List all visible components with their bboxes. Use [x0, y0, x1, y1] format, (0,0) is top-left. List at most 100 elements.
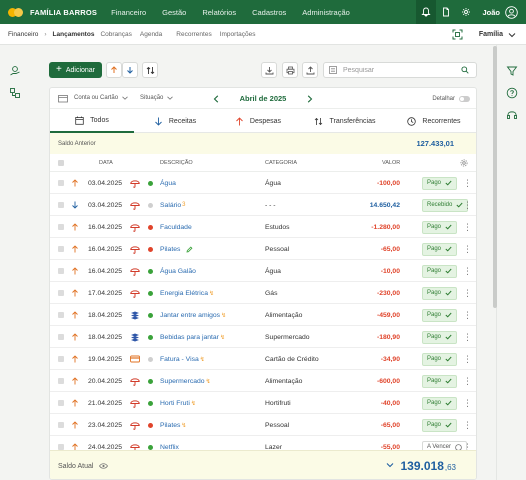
- menu-item-cadastros[interactable]: Cadastros: [252, 8, 286, 17]
- row-description-wrap[interactable]: Energia Elétrica ↯: [160, 282, 214, 304]
- status-badge[interactable]: Pago: [422, 176, 458, 190]
- row-checkbox[interactable]: [58, 194, 64, 216]
- upload-button[interactable]: [302, 62, 318, 78]
- gear-icon[interactable]: [456, 0, 476, 24]
- status-badge[interactable]: Pago: [422, 308, 458, 322]
- row-description[interactable]: Supermercado: [160, 378, 205, 385]
- column-category[interactable]: CATEGORIA: [265, 160, 297, 166]
- row-checkbox[interactable]: [58, 348, 64, 370]
- row-description[interactable]: Fatura - Visa: [160, 356, 199, 363]
- row-checkbox[interactable]: [58, 216, 64, 238]
- menu-item-gestao[interactable]: Gestão: [162, 8, 186, 17]
- detail-toggle[interactable]: Detalhar: [432, 88, 470, 109]
- row-description-wrap[interactable]: Fatura - Visa ↯: [160, 348, 205, 370]
- row-description[interactable]: Bebidas para jantar: [160, 334, 219, 341]
- subnav-recorrentes[interactable]: Recorrentes: [176, 31, 211, 38]
- row-description[interactable]: Energia Elétrica: [160, 290, 208, 297]
- transfer-icon[interactable]: [9, 87, 21, 99]
- status-filter[interactable]: Situação: [140, 95, 174, 101]
- support-headset-icon[interactable]: [506, 109, 518, 121]
- more-options-icon[interactable]: ⋮: [463, 414, 472, 436]
- filter-list-icon[interactable]: [329, 66, 337, 74]
- table-row[interactable]: 03.04.2025 Água Água -100,00 Pago ⋮: [50, 172, 476, 194]
- more-options-icon[interactable]: ⋮: [463, 326, 472, 348]
- tab-recorrentes[interactable]: Recorrentes: [390, 109, 476, 133]
- search-input[interactable]: [343, 66, 461, 74]
- row-checkbox[interactable]: [58, 282, 64, 304]
- transfer-filter-button[interactable]: [142, 62, 158, 78]
- menu-item-relatorios[interactable]: Relatórios: [202, 8, 236, 17]
- money-hand-icon[interactable]: [9, 65, 21, 77]
- row-description-wrap[interactable]: Pilates: [160, 238, 193, 260]
- document-icon[interactable]: [436, 0, 456, 24]
- more-options-icon[interactable]: ⋮: [463, 304, 472, 326]
- subnav-agenda[interactable]: Agenda: [140, 31, 162, 38]
- add-button[interactable]: + Adicionar: [49, 62, 102, 78]
- row-description-wrap[interactable]: Pilates ↯: [160, 414, 186, 436]
- family-switcher[interactable]: Família: [452, 24, 516, 45]
- row-description-wrap[interactable]: Horti Fruti ↯: [160, 392, 196, 414]
- status-badge[interactable]: Pago: [422, 286, 458, 300]
- row-description-wrap[interactable]: Água Galão: [160, 260, 197, 282]
- row-description-wrap[interactable]: Supermercado ↯: [160, 370, 211, 392]
- row-description-wrap[interactable]: Salário 3: [160, 194, 186, 216]
- more-options-icon[interactable]: ⋮: [463, 370, 472, 392]
- expense-filter-button[interactable]: [106, 62, 122, 78]
- table-row[interactable]: 20.04.2025 Supermercado ↯ Alimentação -600,0…: [50, 370, 476, 392]
- select-all-checkbox[interactable]: [58, 160, 64, 166]
- more-options-icon[interactable]: ⋮: [463, 260, 472, 282]
- row-description[interactable]: Salário: [160, 202, 181, 209]
- menu-item-administracao[interactable]: Administração: [302, 8, 350, 17]
- row-checkbox[interactable]: [58, 414, 64, 436]
- pencil-icon[interactable]: [186, 246, 193, 253]
- more-options-icon[interactable]: ⋮: [463, 282, 472, 304]
- tab-despesas[interactable]: Despesas: [216, 109, 300, 133]
- bell-icon[interactable]: [416, 0, 437, 24]
- row-description[interactable]: Jantar entre amigos: [160, 312, 220, 319]
- row-checkbox[interactable]: [58, 326, 64, 348]
- row-checkbox[interactable]: [58, 370, 64, 392]
- column-value[interactable]: VALOR: [382, 160, 400, 166]
- row-checkbox[interactable]: [58, 392, 64, 414]
- row-description-wrap[interactable]: Água: [160, 172, 177, 194]
- chevron-right-icon[interactable]: [307, 94, 313, 103]
- column-description[interactable]: DESCRIÇÃO: [160, 160, 193, 166]
- row-checkbox[interactable]: [58, 260, 64, 282]
- row-description-wrap[interactable]: Faculdade: [160, 216, 193, 238]
- table-row[interactable]: 17.04.2025 Energia Elétrica ↯ Gás -230,00 Pag…: [50, 282, 476, 304]
- print-button[interactable]: [282, 62, 298, 78]
- search-icon[interactable]: [461, 66, 469, 74]
- user-menu[interactable]: João: [482, 5, 518, 19]
- row-description[interactable]: Pilates: [160, 422, 180, 429]
- status-badge[interactable]: Pago: [422, 418, 458, 432]
- table-row[interactable]: 18.04.2025 Bebidas para jantar ↯ Supermerca…: [50, 326, 476, 348]
- more-options-icon[interactable]: ⋮: [463, 216, 472, 238]
- chevron-down-icon[interactable]: [386, 462, 394, 468]
- row-description[interactable]: Pilates: [160, 246, 180, 253]
- row-checkbox[interactable]: [58, 304, 64, 326]
- more-options-icon[interactable]: ⋮: [463, 172, 472, 194]
- scan-icon[interactable]: [452, 29, 463, 40]
- download-button[interactable]: [261, 62, 277, 78]
- status-badge[interactable]: Pago: [422, 220, 458, 234]
- column-date[interactable]: DATA: [99, 160, 113, 166]
- income-filter-button[interactable]: [122, 62, 138, 78]
- row-description[interactable]: Água: [160, 180, 176, 187]
- brand[interactable]: FAMÍLIA BARROS: [8, 7, 97, 18]
- account-filter[interactable]: Conta ou Cartão: [74, 95, 128, 101]
- tab-transferencias[interactable]: Transferências: [300, 109, 390, 133]
- status-badge[interactable]: Pago: [422, 264, 458, 278]
- status-badge[interactable]: Pago: [422, 242, 458, 256]
- status-badge[interactable]: Pago: [422, 330, 458, 344]
- row-description[interactable]: Horti Fruti: [160, 400, 190, 407]
- filter-icon[interactable]: [506, 65, 518, 77]
- row-description-wrap[interactable]: Jantar entre amigos ↯: [160, 304, 226, 326]
- row-description[interactable]: Água Galão: [160, 268, 196, 275]
- more-options-icon[interactable]: ⋮: [463, 348, 472, 370]
- chevron-left-icon[interactable]: [213, 94, 219, 103]
- status-badge[interactable]: Recebido: [422, 198, 469, 212]
- row-checkbox[interactable]: [58, 172, 64, 194]
- menu-item-financeiro[interactable]: Financeiro: [111, 8, 146, 17]
- help-icon[interactable]: [506, 87, 518, 99]
- tab-todos[interactable]: Todos: [50, 109, 134, 133]
